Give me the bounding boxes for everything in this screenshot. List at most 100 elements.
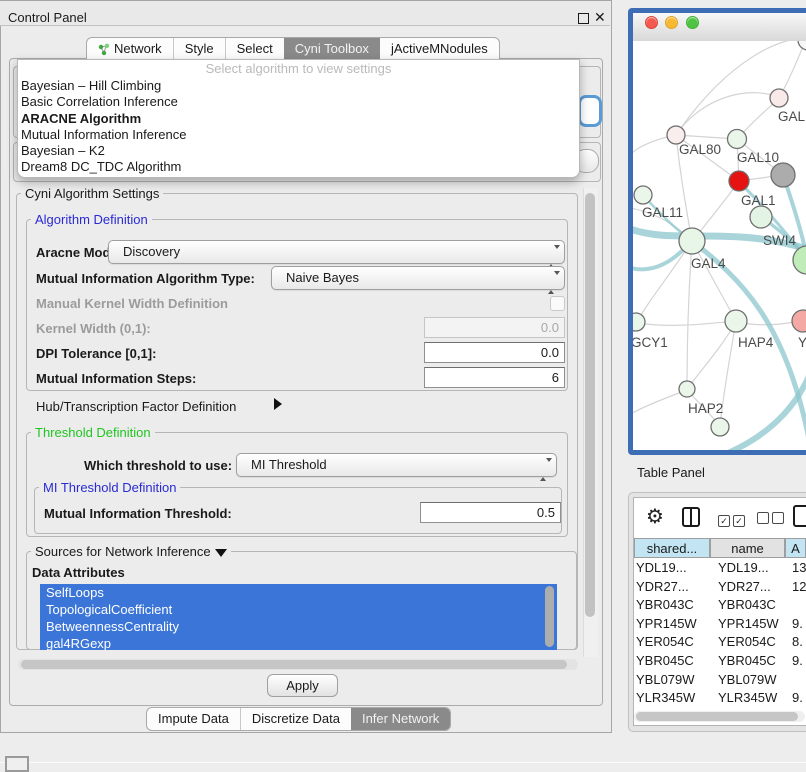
table-row[interactable]: YBR045CYBR045C9. (634, 652, 806, 671)
table-row[interactable]: YIL052CYIL052C9 (634, 708, 806, 710)
gear-icon[interactable]: ⚙ (646, 504, 664, 528)
table-row[interactable]: YBR043C YBR043C (634, 596, 806, 615)
network-node-gal1[interactable] (729, 171, 749, 191)
table-row[interactable]: YLR345WYLR345W9. (634, 689, 806, 708)
network-node[interactable] (771, 163, 795, 187)
table-cell: YIL052C (636, 708, 687, 710)
node-label: GAL4 (691, 256, 726, 271)
data-attributes-list[interactable]: SelfLoopsTopologicalCoefficientBetweenne… (40, 584, 557, 650)
network-window-titlebar[interactable] (633, 13, 806, 42)
attribute-item-betweennesscentrality[interactable]: BetweennessCentrality (40, 618, 557, 635)
network-node-gal11[interactable] (634, 186, 652, 204)
network-node[interactable] (711, 418, 729, 436)
table-cell: YBR043C (636, 596, 694, 615)
table-cell: YPR145W (718, 615, 779, 634)
network-node-gal4[interactable] (679, 228, 705, 254)
network-edge[interactable] (637, 241, 692, 322)
mi-steps-field[interactable]: 6 (424, 367, 565, 388)
table-cell: YLR345W (718, 689, 777, 708)
tab-impute-data[interactable]: Impute Data (147, 708, 240, 730)
network-node-gal[interactable] (770, 89, 788, 107)
tab-style[interactable]: Style (173, 38, 225, 60)
minimize-traffic-light[interactable] (665, 16, 678, 29)
network-node-hap2[interactable] (679, 381, 695, 397)
network-graph[interactable]: GALGAL80GAL10GAL1GAL11SWI4GAL4GCY1HAP4YH… (633, 41, 806, 450)
table-row[interactable]: YDL19...YDL19...13 (634, 559, 806, 578)
focused-combo-partial[interactable] (578, 95, 602, 127)
tab-jactivemnodules[interactable]: jActiveMNodules (380, 38, 499, 60)
select-all-checks-icon[interactable]: ✓✓ (718, 512, 748, 527)
partial-button[interactable] (5, 756, 29, 772)
dpi-tolerance-field[interactable]: 0.0 (424, 342, 565, 363)
mi-type-select[interactable]: Naive Bayes (271, 266, 565, 290)
table-row[interactable]: YPR145WYPR145W9. (634, 615, 806, 634)
algorithm-option-basic-correlation-inference[interactable]: Basic Correlation Inference (18, 94, 579, 110)
settings-scrollbar-thumb[interactable] (585, 193, 595, 617)
attribute-item-gal4rgexp[interactable]: gal4RGexp (40, 635, 557, 650)
table-cell: YBR045C (718, 652, 776, 671)
table-row[interactable]: YDR27...YDR27...12 (634, 578, 806, 597)
network-node-hap4[interactable] (725, 310, 747, 332)
settings-hscrollbar-thumb[interactable] (21, 660, 567, 669)
network-node-y[interactable] (792, 310, 806, 332)
tab-infer-network[interactable]: Infer Network (351, 708, 450, 730)
manual-kernel-checkbox[interactable] (550, 296, 565, 311)
zoom-traffic-light[interactable] (686, 16, 699, 29)
hub-expand-icon[interactable] (274, 398, 282, 413)
table-hscrollbar-thumb[interactable] (636, 712, 798, 721)
table-row[interactable]: YBL079WYBL079W (634, 671, 806, 690)
algorithm-option-mutual-information-inference[interactable]: Mutual Information Inference (18, 127, 579, 143)
table-cell: YBL079W (636, 671, 695, 690)
algorithm-option-bayesian-hill-climbing[interactable]: Bayesian – Hill Climbing (18, 78, 579, 94)
close-icon[interactable]: ✕ (594, 9, 606, 26)
export-table-icon[interactable] (793, 505, 806, 527)
aracne-mode-select[interactable]: Discovery (108, 240, 565, 264)
network-node-swi4[interactable] (750, 206, 772, 228)
algorithm-definition-title: Algorithm Definition (31, 212, 152, 227)
table-cell: YBR043C (718, 596, 776, 615)
which-threshold-select[interactable]: MI Threshold (236, 453, 557, 477)
network-edge[interactable] (694, 181, 739, 239)
table-cell: YIL052C (718, 708, 769, 710)
tab-select[interactable]: Select (225, 38, 284, 60)
tab-discretize-data[interactable]: Discretize Data (240, 708, 351, 730)
node-label: GAL (778, 109, 806, 124)
network-edge-weighted[interactable] (728, 359, 806, 450)
sources-group-title[interactable]: Sources for Network Inference (31, 544, 231, 559)
network-node[interactable] (793, 246, 806, 274)
kernel-width-field[interactable]: 0.0 (424, 317, 565, 338)
hub-definition-label[interactable]: Hub/Transcription Factor Definition (36, 399, 236, 414)
dpi-tolerance-label: DPI Tolerance [0,1]: (36, 346, 156, 361)
collapse-icon[interactable] (215, 549, 227, 557)
network-node[interactable] (798, 41, 806, 50)
network-edge[interactable] (636, 321, 735, 325)
network-edge[interactable] (689, 322, 736, 387)
network-node-gcy1[interactable] (633, 313, 645, 331)
mi-threshold-field[interactable]: 0.5 (420, 502, 561, 523)
columns-icon[interactable] (682, 507, 700, 527)
deselect-all-checks-icon[interactable] (757, 512, 787, 527)
control-panel-titlebar[interactable] (0, 0, 610, 26)
column-header-name[interactable]: name (710, 538, 785, 558)
tab-cyni-toolbox[interactable]: Cyni Toolbox (284, 38, 380, 60)
close-traffic-light[interactable] (645, 16, 658, 29)
network-node-gal10[interactable] (728, 130, 747, 149)
attribute-item-topologicalcoefficient[interactable]: TopologicalCoefficient (40, 601, 557, 618)
algorithm-option-bayesian-k2[interactable]: Bayesian – K2 (18, 143, 579, 159)
tab-label: Cyni Toolbox (295, 38, 369, 60)
algorithm-option-dream8-dc-tdc-algorithm[interactable]: Dream8 DC_TDC Algorithm (18, 159, 579, 175)
attribute-item-selfloops[interactable]: SelfLoops (40, 584, 557, 601)
attributes-scrollbar-thumb[interactable] (545, 586, 554, 647)
network-edge[interactable] (633, 390, 687, 417)
tab-network[interactable]: Network (87, 38, 173, 60)
table-cell: YDR27... (636, 578, 689, 597)
column-header-a[interactable]: A (785, 538, 806, 558)
algorithm-option-aracne-algorithm[interactable]: ARACNE Algorithm (18, 111, 579, 127)
column-header-shared[interactable]: shared... (634, 538, 710, 558)
float-window-icon[interactable] (578, 13, 589, 24)
network-edge[interactable] (692, 241, 736, 321)
apply-button[interactable]: Apply (267, 674, 338, 697)
tab-label: Select (237, 38, 273, 60)
network-view[interactable]: GALGAL80GAL10GAL1GAL11SWI4GAL4GCY1HAP4YH… (633, 41, 806, 450)
table-row[interactable]: YER054CYER054C8. (634, 633, 806, 652)
